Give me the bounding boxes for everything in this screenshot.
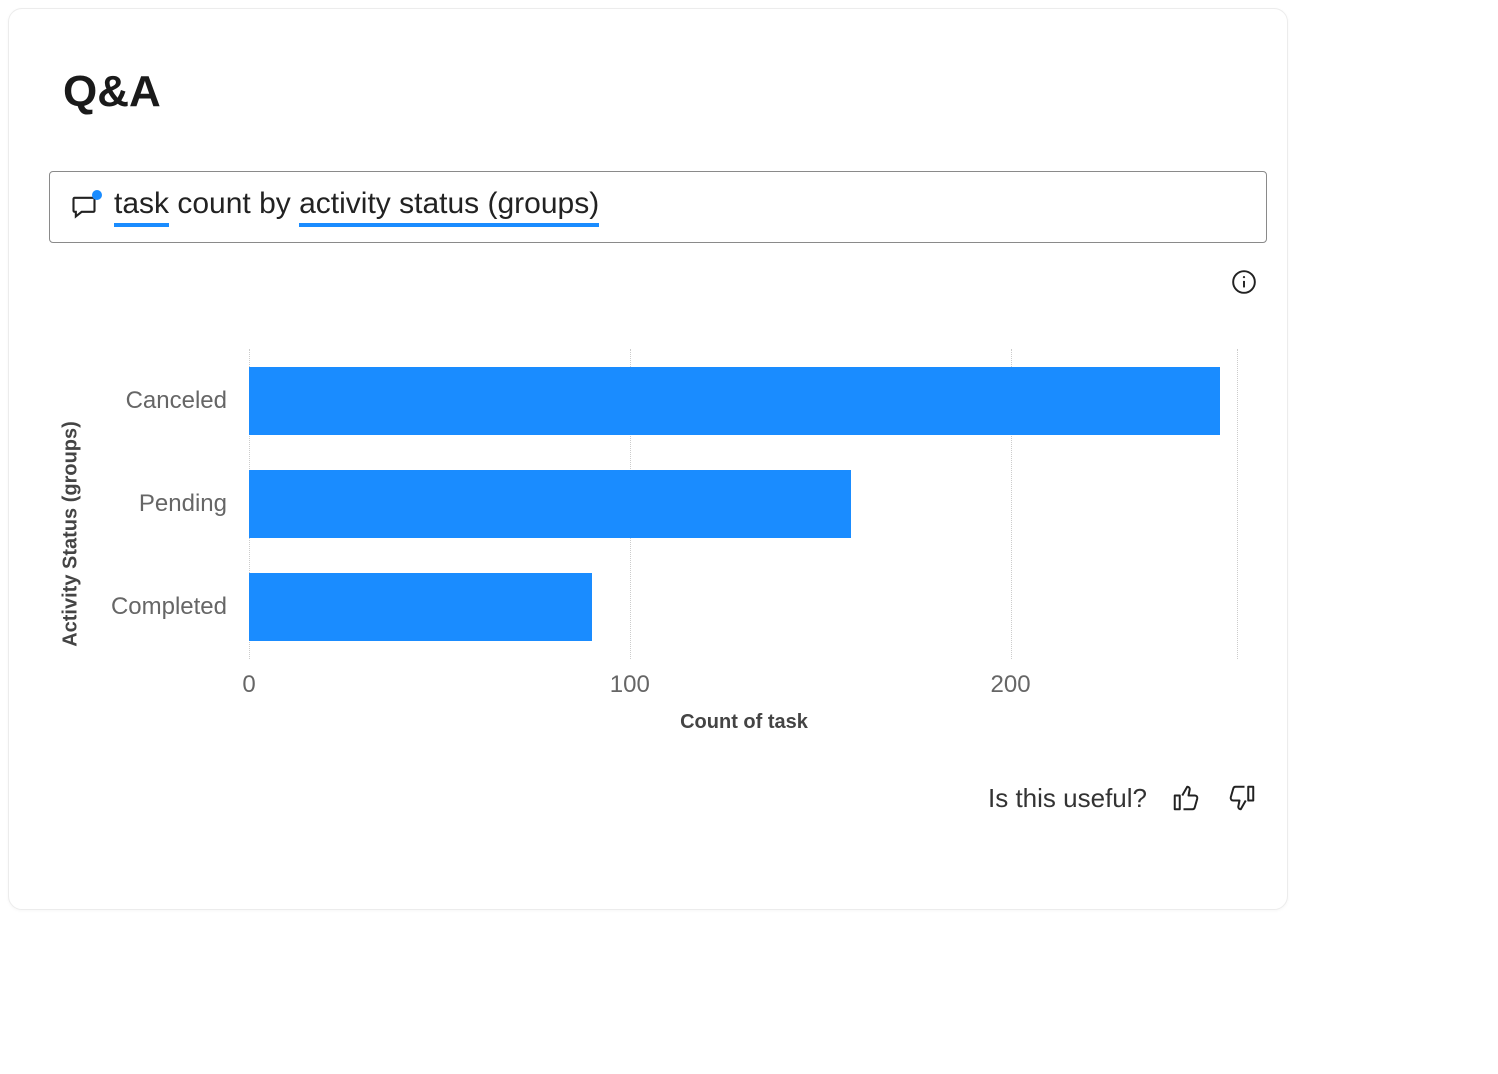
query-token: task (114, 187, 169, 227)
x-tick-label: 200 (991, 671, 1031, 699)
x-axis-label: Count of task (680, 711, 808, 734)
query-token: activity status (groups) (299, 187, 599, 227)
chat-bubble-icon (70, 192, 100, 222)
feedback-bar: Is this useful? (988, 781, 1259, 815)
chart-bar[interactable] (249, 573, 592, 641)
query-text: task count by activity status (groups) (114, 187, 599, 227)
query-token: count by (169, 187, 299, 221)
chart-bar[interactable] (249, 367, 1220, 435)
card-title: Q&A (63, 67, 161, 117)
notification-dot-icon (92, 190, 102, 200)
thumbs-up-button[interactable] (1169, 781, 1203, 815)
y-axis-label: Activity Status (groups) (60, 421, 83, 647)
qa-query-input[interactable]: task count by activity status (groups) (49, 171, 1267, 243)
feedback-prompt: Is this useful? (988, 783, 1147, 814)
x-tick-label: 100 (610, 671, 650, 699)
category-label: Pending (139, 490, 227, 518)
category-label: Canceled (126, 387, 227, 415)
info-icon[interactable] (1229, 267, 1259, 297)
qa-card: Q&A task count by activity status (group… (8, 8, 1288, 910)
x-tick-label: 0 (242, 671, 255, 699)
bar-chart: Activity Status (groups) Count of task 0… (53, 329, 1253, 739)
category-label: Completed (111, 593, 227, 621)
gridline (1237, 349, 1238, 659)
chart-bar[interactable] (249, 470, 851, 538)
thumbs-down-button[interactable] (1225, 781, 1259, 815)
